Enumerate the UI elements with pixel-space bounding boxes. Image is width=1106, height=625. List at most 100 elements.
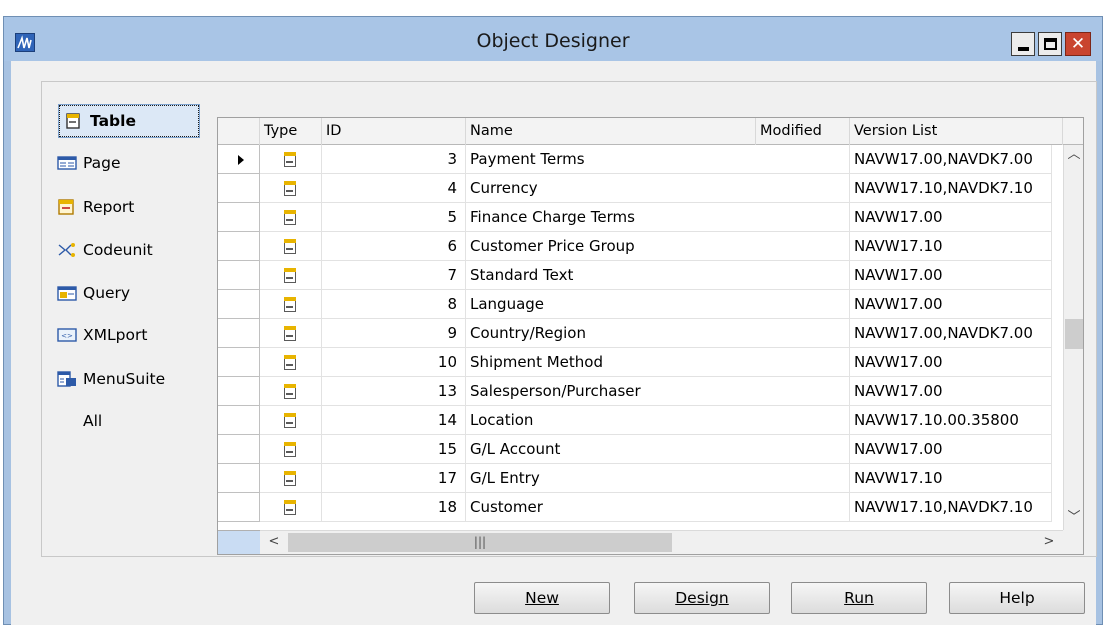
scroll-down-icon[interactable]: ﹀	[1064, 508, 1084, 528]
query-icon	[57, 284, 77, 302]
version-cell: NAVW17.00	[850, 377, 1052, 406]
close-button[interactable]: ✕	[1065, 32, 1091, 56]
version-cell: NAVW17.00	[850, 261, 1052, 290]
id-cell: 4	[322, 174, 466, 203]
row-selector[interactable]	[218, 348, 260, 377]
type-cell	[260, 435, 322, 464]
row-selector[interactable]	[218, 174, 260, 203]
run-button[interactable]: Run	[791, 582, 927, 614]
column-header-id[interactable]: ID	[322, 118, 466, 145]
scroll-left-icon[interactable]: <	[264, 532, 284, 552]
row-selector[interactable]	[218, 290, 260, 319]
row-selector[interactable]	[218, 406, 260, 435]
table-row[interactable]: 13 Salesperson/Purchaser NAVW17.00	[218, 377, 1063, 406]
object-type-xmlport[interactable]: <> XMLport	[57, 319, 193, 351]
column-header-type[interactable]: Type	[260, 118, 322, 145]
row-selector[interactable]	[218, 435, 260, 464]
horizontal-scroll-thumb[interactable]: |||	[288, 533, 672, 552]
column-header-version-list[interactable]: Version List	[850, 118, 1063, 145]
name-cell: Shipment Method	[466, 348, 756, 377]
modified-cell	[756, 261, 850, 290]
name-cell: Payment Terms	[466, 145, 756, 174]
table-row[interactable]: 14 Location NAVW17.10.00.35800	[218, 406, 1063, 435]
id-cell: 14	[322, 406, 466, 435]
version-cell: NAVW17.00,NAVDK7.00	[850, 319, 1052, 348]
column-header-modified[interactable]: Modified	[756, 118, 850, 145]
table-row[interactable]: 5 Finance Charge Terms NAVW17.00	[218, 203, 1063, 232]
object-type-label: Table	[90, 112, 136, 130]
name-cell: Language	[466, 290, 756, 319]
table-row[interactable]: 6 Customer Price Group NAVW17.10	[218, 232, 1063, 261]
table-icon	[284, 500, 296, 515]
id-cell: 3	[322, 145, 466, 174]
table-row[interactable]: 9 Country/Region NAVW17.00,NAVDK7.00	[218, 319, 1063, 348]
modified-cell	[756, 464, 850, 493]
name-cell: G/L Entry	[466, 464, 756, 493]
object-type-all[interactable]: All	[83, 405, 219, 437]
name-cell: G/L Account	[466, 435, 756, 464]
minimize-button[interactable]	[1011, 32, 1035, 56]
table-row[interactable]: 3 Payment Terms NAVW17.00,NAVDK7.00	[218, 145, 1063, 174]
row-selector[interactable]	[218, 145, 260, 174]
table-icon	[284, 239, 296, 254]
client-area: Table Page Report Codeunit Query <> XMLp…	[11, 61, 1097, 625]
table-icon	[284, 268, 296, 283]
table-icon	[284, 355, 296, 370]
table-row[interactable]: 8 Language NAVW17.00	[218, 290, 1063, 319]
name-cell: Currency	[466, 174, 756, 203]
table-row[interactable]: 15 G/L Account NAVW17.00	[218, 435, 1063, 464]
table-row[interactable]: 4 Currency NAVW17.10,NAVDK7.10	[218, 174, 1063, 203]
table-icon	[284, 384, 296, 399]
row-selector[interactable]	[218, 261, 260, 290]
vertical-scroll-thumb[interactable]	[1065, 319, 1083, 349]
maximize-button[interactable]	[1038, 32, 1062, 56]
name-cell: Location	[466, 406, 756, 435]
id-cell: 10	[322, 348, 466, 377]
object-type-page[interactable]: Page	[57, 147, 193, 179]
modified-cell	[756, 232, 850, 261]
title-bar[interactable]: Object Designer ✕	[4, 17, 1102, 61]
column-header-name[interactable]: Name	[466, 118, 756, 145]
object-grid[interactable]: Type ID Name Modified Version List 3 Paym…	[217, 117, 1084, 555]
scrollbar-corner	[1063, 530, 1083, 554]
object-type-report[interactable]: Report	[57, 191, 193, 223]
object-type-label: Query	[83, 284, 131, 302]
row-selector[interactable]	[218, 203, 260, 232]
scroll-grip-icon: |||	[473, 535, 487, 549]
scroll-right-icon[interactable]: >	[1039, 532, 1059, 552]
horizontal-scrollbar[interactable]: < ||| >	[260, 530, 1063, 554]
name-cell: Customer	[466, 493, 756, 522]
object-type-codeunit[interactable]: Codeunit	[57, 234, 193, 266]
table-row[interactable]: 10 Shipment Method NAVW17.00	[218, 348, 1063, 377]
id-cell: 9	[322, 319, 466, 348]
version-cell: NAVW17.00	[850, 348, 1052, 377]
codeunit-icon	[57, 241, 77, 259]
object-type-table[interactable]: Table	[58, 104, 200, 138]
table-icon	[284, 210, 296, 225]
design-button[interactable]: Design	[634, 582, 770, 614]
grid-corner	[218, 530, 260, 554]
table-row[interactable]: 17 G/L Entry NAVW17.10	[218, 464, 1063, 493]
row-selector[interactable]	[218, 493, 260, 522]
row-selector[interactable]	[218, 232, 260, 261]
object-type-menusuite[interactable]: MenuSuite	[57, 363, 193, 395]
table-row[interactable]: 18 Customer NAVW17.10,NAVDK7.10	[218, 493, 1063, 522]
row-selector[interactable]	[218, 377, 260, 406]
help-button[interactable]: Help	[949, 582, 1085, 614]
row-selector[interactable]	[218, 464, 260, 493]
object-type-query[interactable]: Query	[57, 277, 193, 309]
vertical-scrollbar[interactable]: ︿ ﹀	[1063, 145, 1083, 530]
scroll-up-icon[interactable]: ︿	[1064, 145, 1084, 165]
new-button[interactable]: New	[474, 582, 610, 614]
name-cell: Salesperson/Purchaser	[466, 377, 756, 406]
xmlport-icon: <>	[57, 326, 77, 344]
modified-cell	[756, 145, 850, 174]
version-cell: NAVW17.00	[850, 203, 1052, 232]
table-row[interactable]: 7 Standard Text NAVW17.00	[218, 261, 1063, 290]
report-icon	[57, 198, 77, 216]
modified-cell	[756, 348, 850, 377]
row-selector[interactable]	[218, 319, 260, 348]
version-cell: NAVW17.00	[850, 290, 1052, 319]
id-cell: 13	[322, 377, 466, 406]
name-cell: Finance Charge Terms	[466, 203, 756, 232]
